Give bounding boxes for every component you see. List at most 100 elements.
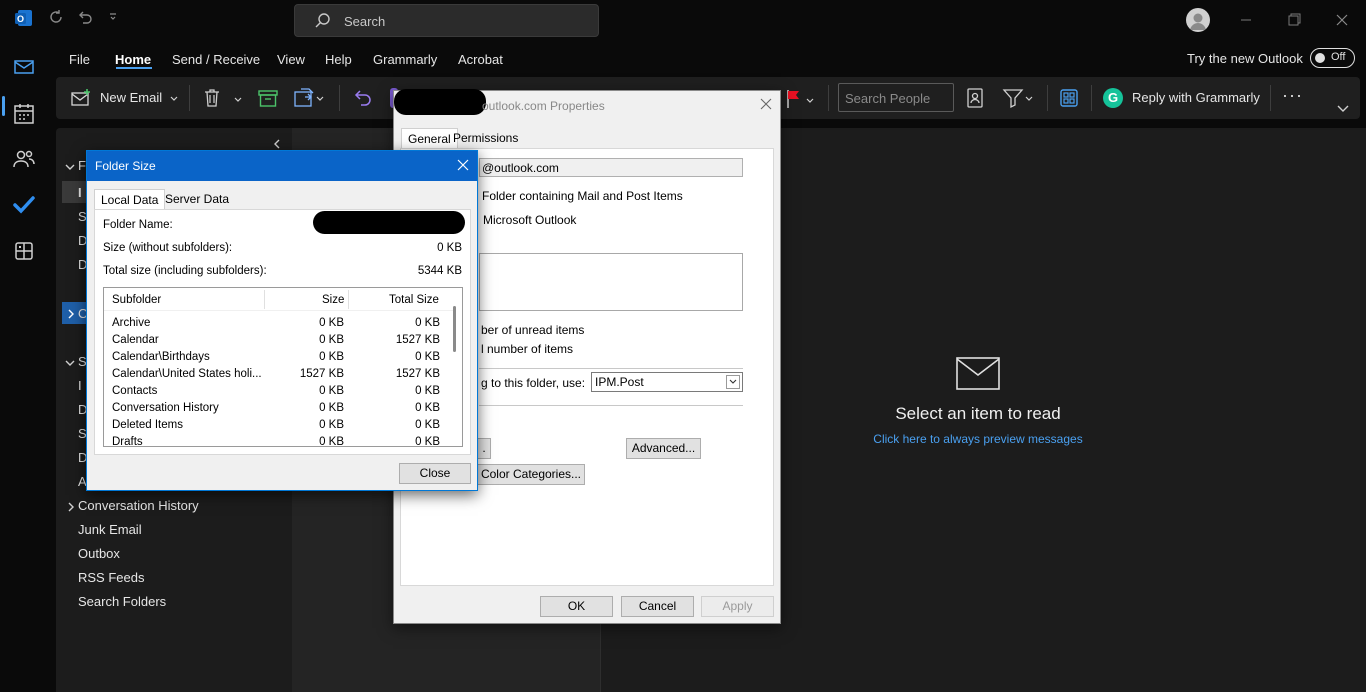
new-email-button[interactable]: New Email: [100, 90, 162, 105]
menu-acrobat[interactable]: Acrobat: [458, 52, 503, 67]
collapse-pane-icon[interactable]: [272, 138, 282, 150]
subfolder-name-cell: Contacts: [112, 384, 158, 397]
flag-icon[interactable]: [783, 88, 805, 110]
sync-icon[interactable]: [45, 8, 67, 30]
apply-button: Apply: [701, 596, 774, 617]
partial-button[interactable]: .: [477, 438, 491, 459]
close-icon[interactable]: [457, 159, 469, 171]
table-row[interactable]: Drafts 0 KB 0 KB: [112, 433, 440, 447]
table-row[interactable]: Calendar 0 KB 1527 KB: [112, 331, 440, 348]
folder-rss-feeds[interactable]: RSS Feeds: [78, 570, 144, 585]
table-row[interactable]: Deleted Items 0 KB 0 KB: [112, 416, 440, 433]
menu-grammarly[interactable]: Grammarly: [373, 52, 437, 67]
customize-toolbar-icon[interactable]: [102, 8, 124, 30]
folder-size-dialog: Folder Size Local Data Server Data Folde…: [86, 150, 478, 491]
folder-size-title: Folder Size: [95, 159, 156, 173]
post-form-select[interactable]: IPM.Post: [591, 372, 743, 392]
total-size-cell: 0 KB: [415, 401, 440, 414]
folder-item[interactable]: I: [78, 185, 82, 200]
post-form-label: g to this folder, use:: [481, 376, 586, 390]
menu-help[interactable]: Help: [325, 52, 352, 67]
account-name-field[interactable]: @outlook.com: [479, 158, 743, 177]
outlook-logo-icon: O: [13, 8, 35, 30]
table-row[interactable]: Contacts 0 KB 0 KB: [112, 382, 440, 399]
column-header-subfolder[interactable]: Subfolder: [112, 294, 161, 306]
size-label: Size (without subfolders):: [103, 242, 233, 254]
new-email-icon[interactable]: [70, 88, 92, 110]
undo-action-icon[interactable]: [351, 88, 373, 108]
color-categories-button[interactable]: Color Categories...: [477, 464, 585, 485]
new-outlook-toggle[interactable]: Off: [1310, 48, 1355, 68]
close-window-icon[interactable]: [1332, 10, 1352, 30]
folder-conversation-history[interactable]: Conversation History: [78, 498, 199, 513]
collapse-ribbon-icon[interactable]: [1337, 101, 1349, 112]
size-value: 0 KB: [437, 242, 462, 254]
menu-send-receive[interactable]: Send / Receive: [172, 52, 260, 67]
folder-group-label[interactable]: F: [78, 158, 86, 173]
move-icon[interactable]: [292, 87, 326, 109]
table-row[interactable]: Conversation History 0 KB 0 KB: [112, 399, 440, 416]
chevron-right-icon[interactable]: [66, 500, 76, 512]
size-cell: 1527 KB: [299, 367, 344, 380]
apps-icon[interactable]: [12, 239, 36, 263]
folder-item[interactable]: I: [78, 378, 82, 393]
folder-outbox[interactable]: Outbox: [78, 546, 120, 561]
search-input[interactable]: Search: [294, 4, 599, 37]
title-bar: O Search: [0, 0, 1366, 40]
column-header-total-size[interactable]: Total Size: [389, 294, 439, 306]
ok-button[interactable]: OK: [540, 596, 613, 617]
undo-icon[interactable]: [74, 8, 96, 30]
folder-search-folders[interactable]: Search Folders: [78, 594, 166, 609]
todo-icon[interactable]: [12, 193, 36, 217]
tab-local-data[interactable]: Local Data: [94, 189, 166, 209]
toggle-label: Off: [1331, 51, 1346, 63]
show-total-option[interactable]: l number of items: [481, 342, 573, 356]
people-icon[interactable]: [12, 147, 36, 171]
tab-general[interactable]: General: [401, 128, 458, 148]
chevron-down-icon[interactable]: [65, 160, 75, 170]
close-button[interactable]: Close: [399, 463, 471, 484]
avatar[interactable]: [1186, 8, 1210, 32]
mail-icon[interactable]: [12, 55, 36, 79]
table-row[interactable]: Calendar\United States holi... 1527 KB 152…: [112, 365, 440, 382]
column-header-size[interactable]: Size: [322, 294, 344, 306]
subfolder-list[interactable]: Subfolder Size Total Size Archive 0 KB 0 K…: [103, 287, 463, 447]
calendar-icon[interactable]: [12, 102, 36, 126]
chevron-down-icon[interactable]: [65, 356, 75, 366]
delete-icon[interactable]: [202, 87, 222, 109]
total-size-label: Total size (including subfolders):: [103, 265, 267, 277]
search-placeholder: Search: [344, 14, 386, 29]
chevron-right-icon[interactable]: [66, 307, 76, 319]
filter-icon[interactable]: [1002, 87, 1036, 109]
menu-home[interactable]: Home: [115, 52, 151, 67]
chevron-down-icon[interactable]: [169, 91, 179, 101]
menu-file[interactable]: File: [69, 52, 90, 67]
search-people-input[interactable]: Search People: [838, 83, 954, 112]
more-options-button[interactable]: ···: [1282, 85, 1303, 106]
minimize-icon[interactable]: [1236, 10, 1256, 30]
scrollbar-thumb[interactable]: [453, 306, 456, 352]
redaction-mark: [394, 89, 486, 115]
folder-name-label: Folder Name:: [103, 219, 173, 231]
table-row[interactable]: Archive 0 KB 0 KB: [112, 314, 440, 331]
advanced-button[interactable]: Advanced...: [626, 438, 701, 459]
grammarly-icon[interactable]: G: [1103, 88, 1123, 108]
cancel-button[interactable]: Cancel: [621, 596, 694, 617]
chevron-down-icon[interactable]: [805, 93, 815, 103]
apps-grid-icon[interactable]: [1059, 88, 1079, 108]
table-row[interactable]: Calendar\Birthdays 0 KB 0 KB: [112, 348, 440, 365]
show-unread-option[interactable]: ber of unread items: [481, 323, 584, 337]
close-icon[interactable]: [760, 98, 772, 110]
reply-with-grammarly-button[interactable]: Reply with Grammarly: [1132, 90, 1260, 105]
chevron-down-icon[interactable]: [233, 92, 243, 102]
address-book-icon[interactable]: [965, 87, 985, 109]
total-size-cell: 0 KB: [415, 350, 440, 363]
folder-junk-email[interactable]: Junk Email: [78, 522, 142, 537]
menu-view[interactable]: View: [277, 52, 305, 67]
description-textarea[interactable]: [479, 253, 743, 311]
chevron-down-icon[interactable]: [726, 375, 740, 389]
archive-icon[interactable]: [257, 88, 279, 108]
size-cell: 0 KB: [319, 384, 344, 397]
restore-icon[interactable]: [1284, 10, 1304, 30]
subfolder-name-cell: Drafts: [112, 435, 143, 447]
